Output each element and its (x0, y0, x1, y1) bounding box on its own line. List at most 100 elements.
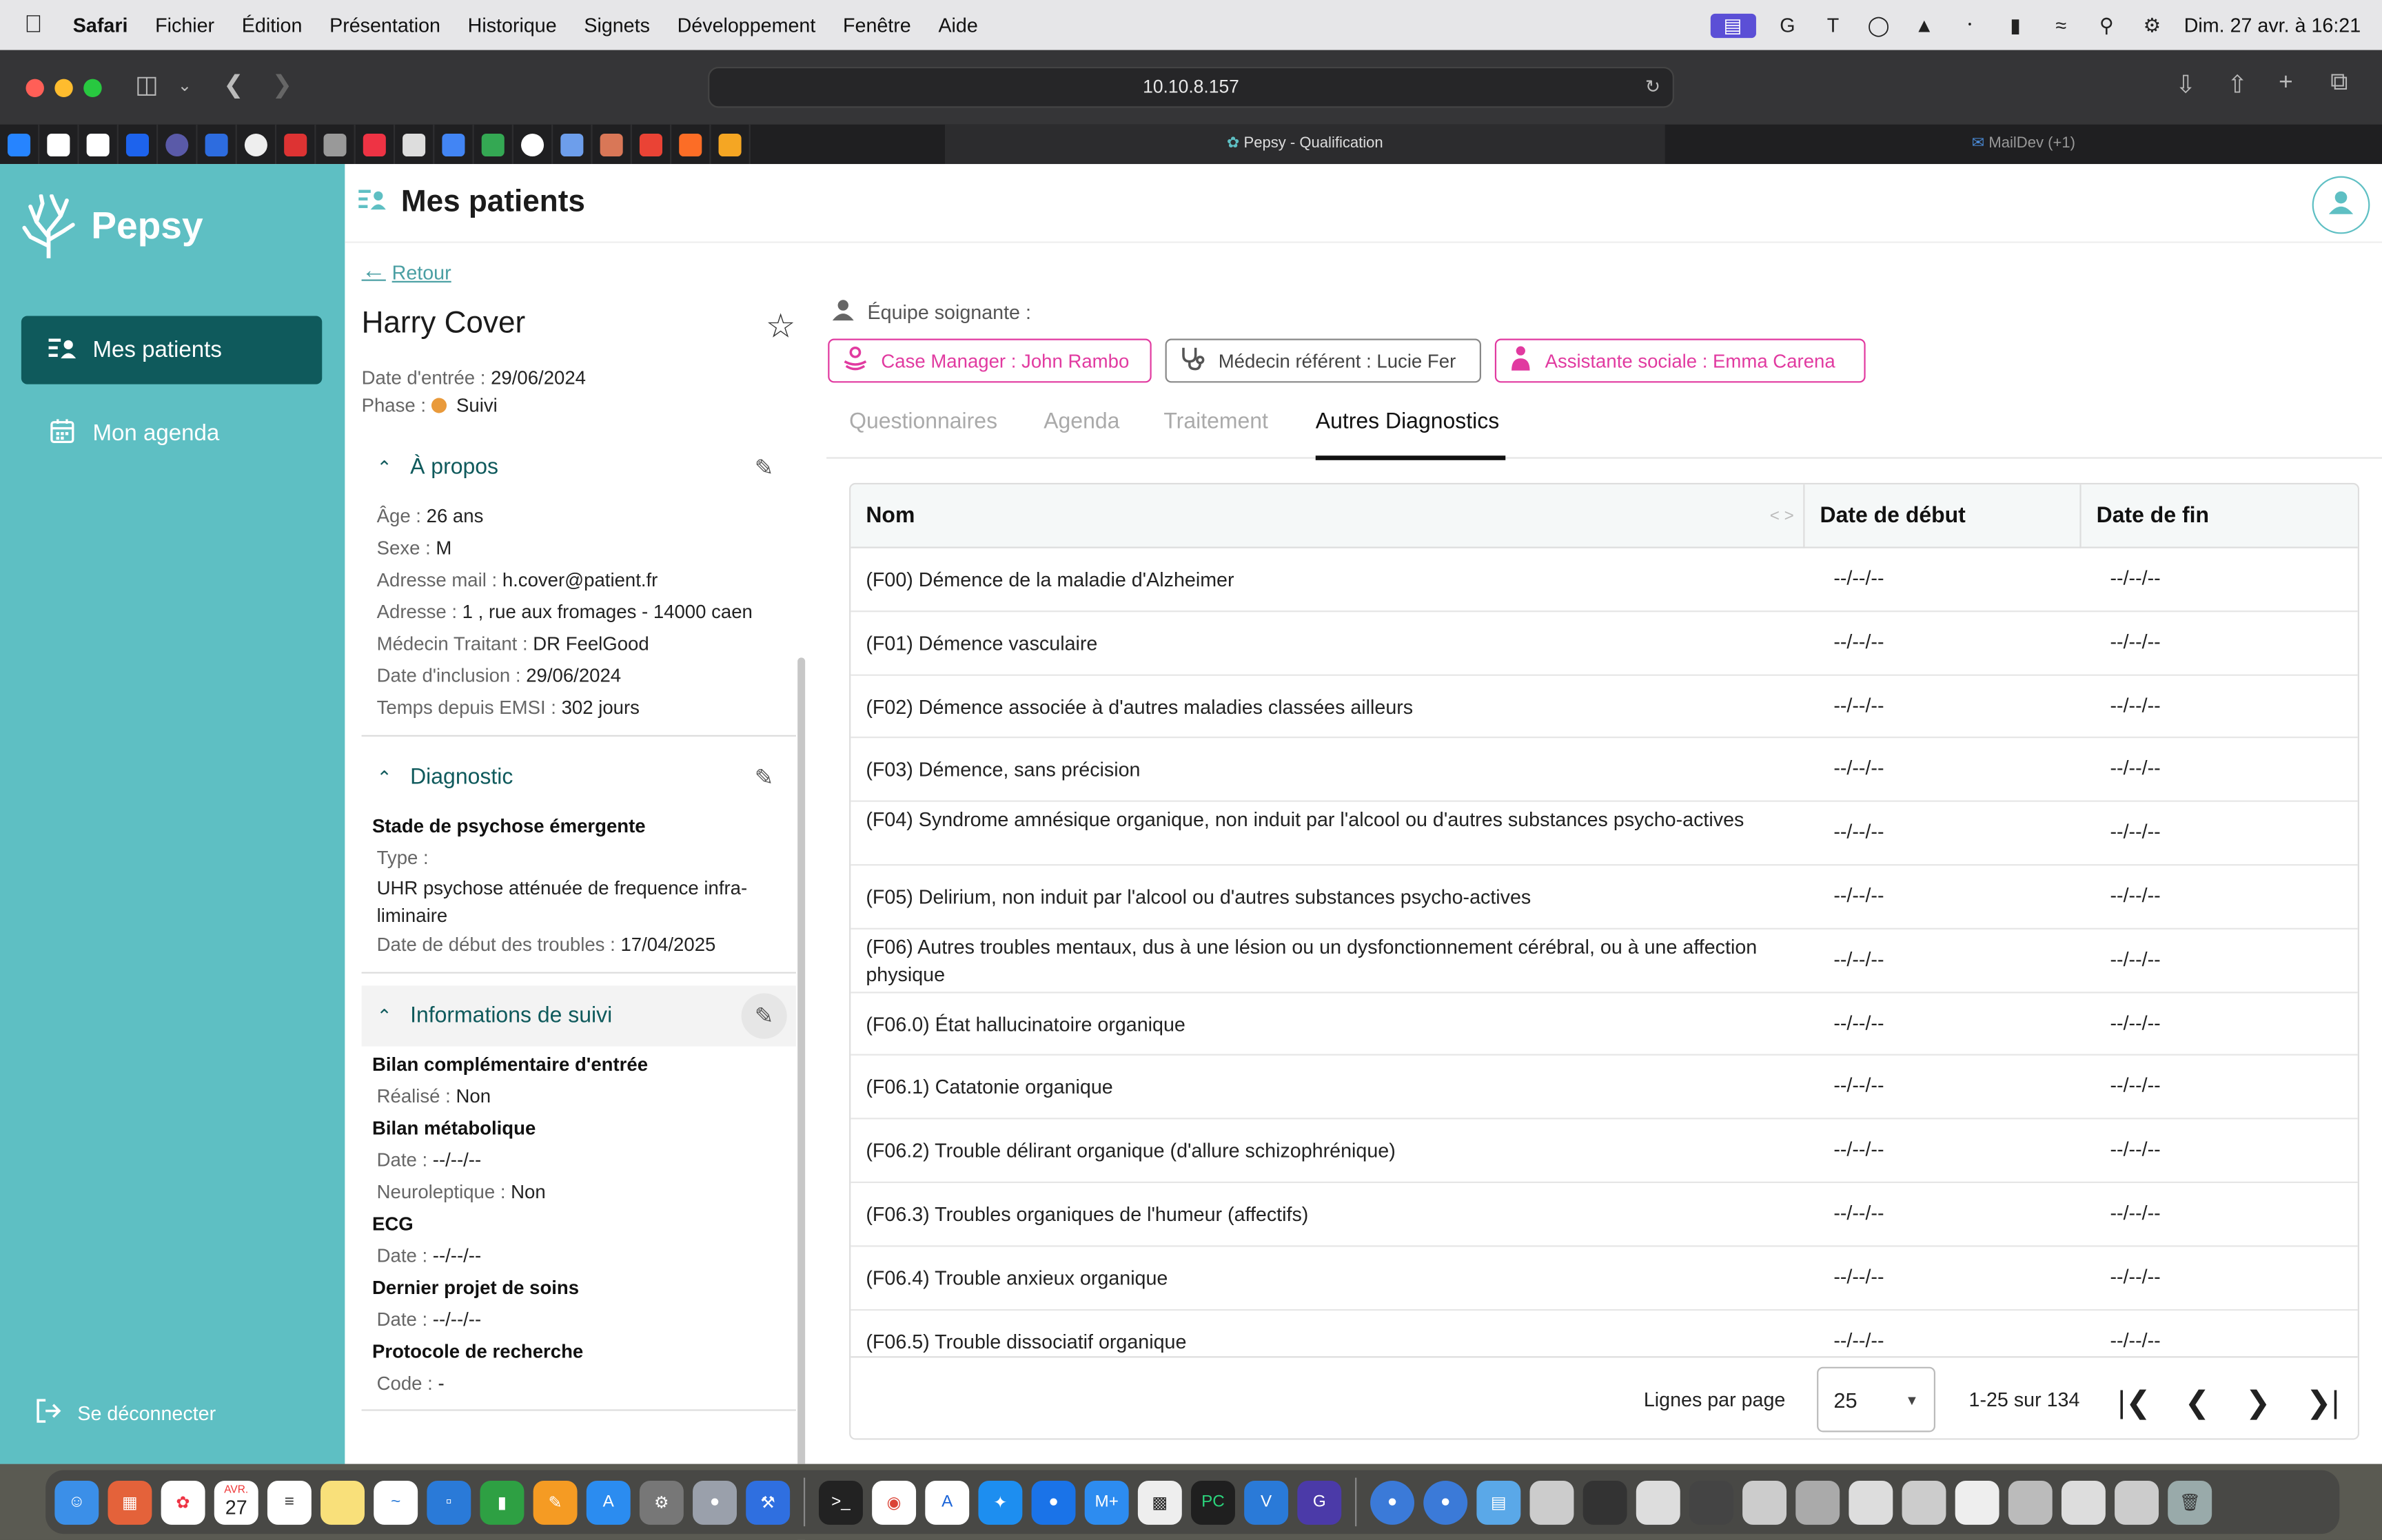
app-store-icon[interactable]: A (586, 1479, 631, 1524)
menu-item-presentation[interactable]: Présentation (329, 14, 440, 37)
github-desktop-icon[interactable]: G (1297, 1479, 1342, 1524)
rows-per-page-select[interactable]: 25 ▼ (1817, 1366, 1936, 1433)
tab-questionnaires[interactable]: Questionnaires (849, 410, 997, 434)
calendar-app-icon[interactable]: AVR. 27 (214, 1479, 258, 1524)
chrome-icon[interactable]: ◉ (872, 1479, 917, 1524)
sidebar-item-mon-agenda[interactable]: Mon agenda (21, 400, 322, 468)
table-row[interactable]: (F06.1) Catatonie organique --/--/-- --/--… (851, 1056, 2358, 1120)
menu-item-aide[interactable]: Aide (938, 14, 977, 37)
pinned-tab[interactable] (632, 124, 672, 165)
launchpad-icon[interactable]: ▦ (108, 1479, 152, 1524)
user-avatar-button[interactable] (2312, 176, 2370, 234)
table-row[interactable]: (F06.2) Trouble délirant organique (d'al… (851, 1120, 2358, 1183)
menu-item-historique[interactable]: Historique (468, 14, 557, 37)
pinned-tab[interactable] (395, 124, 435, 165)
globe-icon[interactable]: ● (1370, 1479, 1415, 1524)
reload-icon[interactable]: ↻ (1645, 68, 1660, 106)
pinned-tab[interactable] (237, 124, 277, 165)
previous-page-icon[interactable]: ❮ (2184, 1384, 2210, 1421)
window-thumbnail-icon[interactable] (1636, 1479, 1680, 1524)
first-page-icon[interactable]: |❮ (2118, 1384, 2151, 1421)
reminders-icon[interactable]: ≡ (267, 1479, 312, 1524)
system-settings-icon[interactable]: ⚙ (639, 1479, 684, 1524)
pepsy-logo[interactable]: Pepsy (21, 194, 203, 258)
numbers-icon[interactable]: ▮ (480, 1479, 525, 1524)
menu-item-fichier[interactable]: Fichier (155, 14, 214, 37)
terminal-icon[interactable]: >_ (819, 1479, 863, 1524)
pinned-tab[interactable] (434, 124, 474, 165)
followup-section-header[interactable]: ⌃ Informations de suivi ✎ (361, 985, 796, 1047)
forward-arrow-icon[interactable]: ❯ (272, 70, 293, 100)
tab-overview-icon[interactable]: ⧉ (2330, 70, 2348, 97)
control-center-icon[interactable]: ⚙ (2139, 13, 2166, 37)
table-row[interactable]: (F06.3) Troubles organiques de l'humeur … (851, 1183, 2358, 1247)
window-thumbnail-icon[interactable] (1582, 1479, 1627, 1524)
safari-icon[interactable]: ✦ (978, 1479, 1023, 1524)
maps-pin-icon[interactable]: ● (1031, 1479, 1076, 1524)
pinned-tab[interactable] (119, 124, 159, 165)
social-worker-chip[interactable]: Assistante sociale : Emma Carena (1494, 338, 1866, 383)
wifi-icon[interactable]: ≈ (2047, 13, 2075, 37)
menu-item-signets[interactable]: Signets (584, 14, 650, 37)
pages-icon[interactable]: ✎ (533, 1479, 578, 1524)
favorite-star-icon[interactable]: ☆ (766, 307, 795, 346)
pinned-tab[interactable] (593, 124, 632, 165)
bluetooth-icon[interactable]: ᛫ (1956, 13, 1984, 37)
next-page-icon[interactable]: ❯ (2246, 1384, 2271, 1421)
drive-icon[interactable]: ▲ (1911, 13, 1938, 37)
markdown-icon[interactable]: M+ (1084, 1479, 1129, 1524)
zoom-window-icon[interactable] (83, 79, 102, 98)
sidebar-item-mes-patients[interactable]: Mes patients (21, 316, 323, 384)
tab-pepsy[interactable]: ✿ Pepsy - Qualification (944, 124, 1665, 165)
typeface-icon[interactable]: A (925, 1479, 970, 1524)
tab-maildev[interactable]: ✉ MailDev (+1) (1665, 125, 2382, 164)
case-manager-chip[interactable]: Case Manager : John Rambo (828, 338, 1152, 383)
photos-icon[interactable]: ✿ (161, 1479, 205, 1524)
tab-agenda[interactable]: Agenda (1044, 410, 1119, 434)
table-row[interactable]: (F01) Démence vasculaire --/--/-- --/--/-- (851, 612, 2358, 675)
pinned-tab[interactable] (553, 124, 593, 165)
vscode-icon[interactable]: V (1244, 1479, 1289, 1524)
creative-cloud-icon[interactable]: ◯ (1865, 13, 1893, 37)
back-arrow-icon[interactable]: ❮ (223, 70, 244, 100)
pinned-tab[interactable] (474, 124, 513, 165)
screen-share-icon[interactable]: ▤ (1710, 12, 1756, 38)
back-link[interactable]: ← Retour (362, 258, 451, 286)
menu-app-name[interactable]: Safari (73, 14, 128, 37)
pinned-tab[interactable] (316, 124, 356, 165)
pinned-tab[interactable] (158, 124, 198, 165)
logout-button[interactable]: Se déconnecter (35, 1397, 216, 1429)
last-page-icon[interactable]: ❯| (2306, 1384, 2339, 1421)
grammarly-icon[interactable]: G (1774, 13, 1802, 37)
table-row[interactable]: (F06.0) État hallucinatoire organique --/… (851, 993, 2358, 1056)
pycharm-icon[interactable]: PC (1191, 1479, 1235, 1524)
table-row[interactable]: (F02) Démence associée à d'autres maladi… (851, 675, 2358, 739)
table-row[interactable]: (F00) Démence de la maladie d'Alzheimer -… (851, 548, 2358, 612)
window-thumbnail-icon[interactable] (2008, 1479, 2053, 1524)
column-header-date-debut[interactable]: Date de début (1820, 484, 1966, 548)
new-tab-icon[interactable]: + (2279, 70, 2293, 97)
window-thumbnail-icon[interactable] (2061, 1479, 2106, 1524)
chevron-down-icon[interactable]: ⌄ (178, 76, 192, 95)
menu-item-developpement[interactable]: Développement (678, 14, 816, 37)
tab-autres-diagnostics[interactable]: Autres Diagnostics (1316, 410, 1499, 434)
table-row[interactable]: (F06.4) Trouble anxieux organique --/--/-… (851, 1246, 2358, 1311)
window-thumbnail-icon[interactable] (1795, 1479, 1840, 1524)
table-row[interactable]: (F06) Autres troubles mentaux, dus à une… (851, 929, 2358, 993)
battery-icon[interactable]: ▮ (2002, 13, 2029, 37)
keynote-icon[interactable]: ▫ (427, 1479, 471, 1524)
finder-icon[interactable]: ☺ (54, 1479, 99, 1524)
menu-item-edition[interactable]: Édition (242, 14, 303, 37)
pinned-tab[interactable] (513, 124, 553, 165)
edit-pencil-icon[interactable]: ✎ (741, 993, 787, 1039)
share-icon[interactable]: ⇧ (2227, 70, 2248, 100)
xcode-icon[interactable]: ⚒ (746, 1479, 791, 1524)
pinned-tab[interactable] (671, 124, 711, 165)
freeform-icon[interactable]: ~ (374, 1479, 418, 1524)
column-header-date-fin[interactable]: Date de fin (2097, 484, 2209, 548)
minimize-window-icon[interactable] (54, 79, 73, 98)
window-thumbnail-icon[interactable] (1689, 1479, 1733, 1524)
panel-scrollbar[interactable] (797, 657, 806, 1540)
table-row[interactable]: (F04) Syndrome amnésique organique, non … (851, 802, 2358, 866)
tab-traitement[interactable]: Traitement (1163, 410, 1268, 434)
